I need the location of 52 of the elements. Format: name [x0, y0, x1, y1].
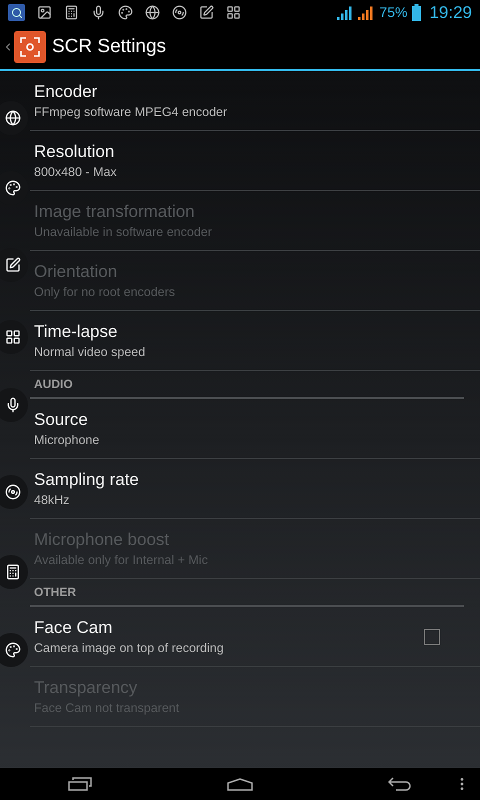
preference-item[interactable]: Encoder FFmpeg software MPEG4 encoder: [30, 71, 480, 131]
preference-summary: Camera image on top of recording: [34, 640, 224, 656]
preference-title: Resolution: [34, 140, 116, 162]
preference-item[interactable]: Face Cam Camera image on top of recording: [30, 607, 480, 667]
preference-title: Sampling rate: [34, 468, 139, 490]
checkbox[interactable]: [424, 628, 440, 644]
preference-summary: Microphone: [34, 432, 100, 448]
preference-item[interactable]: Sampling rate 48kHz: [30, 459, 480, 519]
section-header: AUDIO: [34, 376, 73, 393]
image-icon[interactable]: [37, 5, 52, 20]
battery-icon: [412, 4, 422, 21]
search-icon[interactable]: [8, 4, 25, 21]
preference-summary: Normal video speed: [34, 344, 146, 360]
screen-title: SCR Settings: [52, 34, 166, 59]
app-logo-icon[interactable]: [14, 31, 46, 63]
preference-item[interactable]: Resolution 800x480 - Max: [30, 131, 480, 191]
globe-icon[interactable]: [145, 5, 160, 20]
preference-summary: FFmpeg software MPEG4 encoder: [34, 104, 228, 120]
globe-icon: [5, 110, 21, 126]
palette-icon: [5, 642, 21, 658]
battery-percentage: 75%: [379, 3, 408, 22]
clock: 19:29: [429, 2, 472, 24]
microphone-icon[interactable]: [91, 5, 106, 20]
home-icon[interactable]: [226, 778, 253, 790]
preference-title: Face Cam: [34, 616, 114, 638]
disc-icon: [5, 484, 21, 500]
preference-summary: Unavailable in software encoder: [34, 224, 212, 240]
edit-icon: [5, 257, 21, 273]
recent-apps-icon[interactable]: [68, 777, 92, 791]
preference-title: Orientation: [34, 260, 118, 282]
back-icon[interactable]: [388, 777, 412, 791]
preference-title: Time-lapse: [34, 320, 118, 342]
disc-icon[interactable]: [172, 5, 187, 20]
microphone-icon: [5, 397, 21, 413]
cell-signal-icon: [358, 6, 374, 20]
grid-icon[interactable]: [226, 5, 241, 20]
preference-summary: Only for no root encoders: [34, 284, 176, 300]
wifi-signal-icon: [337, 6, 354, 20]
preference-summary: 800x480 - Max: [34, 164, 117, 180]
palette-icon: [5, 180, 21, 196]
edit-icon[interactable]: [199, 5, 214, 20]
palette-icon[interactable]: [118, 5, 133, 20]
preference-title: Image transformation: [34, 200, 196, 222]
grid-icon: [5, 329, 21, 345]
section-header: OTHER: [34, 584, 76, 601]
preference-summary: 48kHz: [34, 492, 70, 508]
calculator-icon: [5, 564, 21, 580]
preference-item[interactable]: Time-lapse Normal video speed: [30, 311, 480, 371]
preference-title: Encoder: [34, 80, 98, 102]
calculator-icon[interactable]: [64, 5, 79, 20]
preference-item[interactable]: Source Microphone: [30, 399, 480, 459]
preference-title: Source: [34, 408, 89, 430]
